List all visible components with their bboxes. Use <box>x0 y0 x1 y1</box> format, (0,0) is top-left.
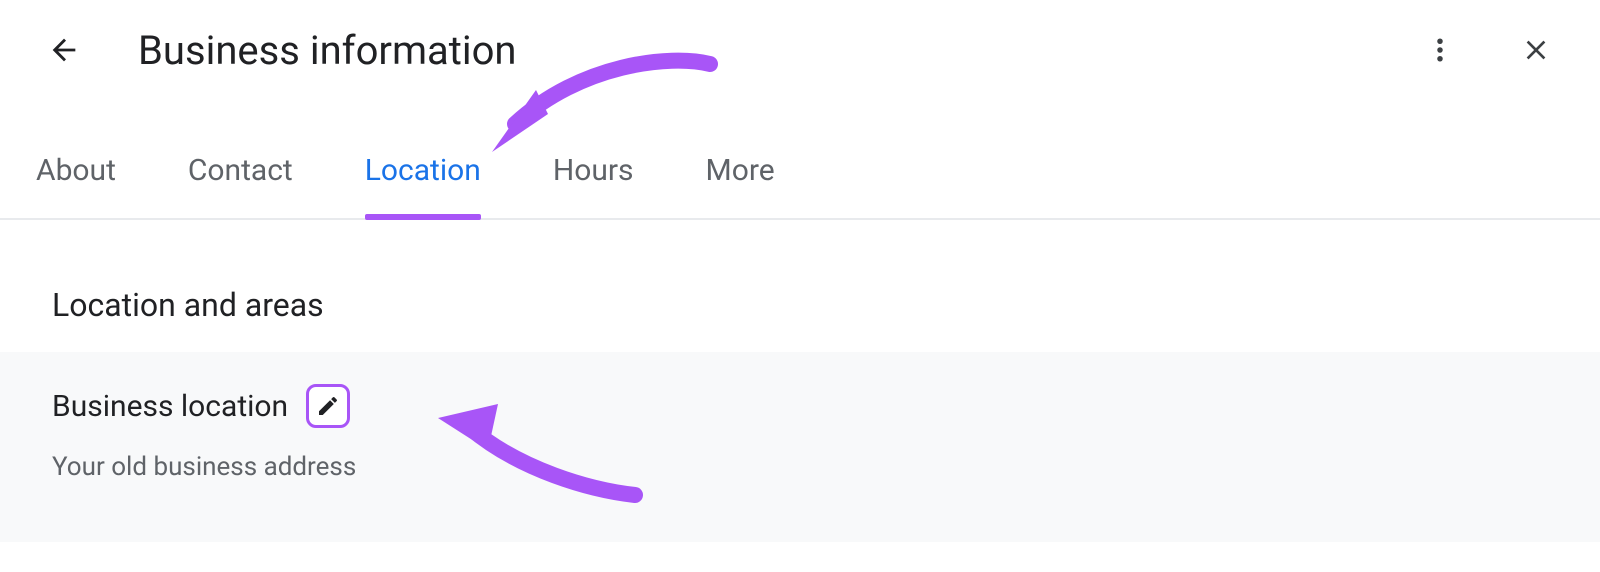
close-icon <box>1520 34 1552 66</box>
more-vert-icon <box>1425 35 1455 65</box>
close-button[interactable] <box>1512 26 1560 74</box>
header-actions <box>1416 26 1560 74</box>
header-bar: Business information <box>0 0 1600 100</box>
section-header: Location and areas <box>0 220 1600 352</box>
back-button[interactable] <box>40 26 88 74</box>
row-title-text: Business location <box>52 389 288 424</box>
tab-contact[interactable]: Contact <box>188 153 293 218</box>
section-heading: Location and areas <box>52 286 1548 324</box>
business-location-row[interactable]: Business location Your old business addr… <box>0 352 1600 542</box>
more-options-button[interactable] <box>1416 26 1464 74</box>
arrow-left-icon <box>47 33 81 67</box>
tabs: About Contact Location Hours More <box>0 100 1600 220</box>
tab-hours[interactable]: Hours <box>553 153 634 218</box>
tab-about[interactable]: About <box>36 153 116 218</box>
tab-location[interactable]: Location <box>365 153 481 218</box>
edit-location-button[interactable] <box>306 384 350 428</box>
pencil-icon <box>316 394 340 418</box>
page-title: Business information <box>138 27 1416 74</box>
row-title: Business location <box>52 384 1548 428</box>
tab-more[interactable]: More <box>706 153 775 218</box>
row-subtitle: Your old business address <box>52 452 1548 482</box>
